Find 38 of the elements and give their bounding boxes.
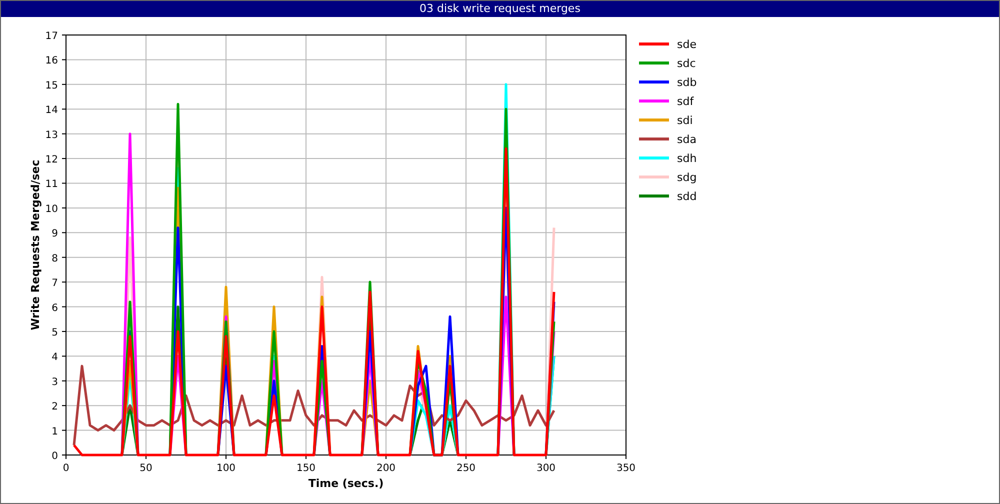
axis-tick-label: 12 [45,154,58,166]
axis-tick-label: 6 [52,302,58,314]
axis-tick-label: 10 [45,204,58,215]
legend-label: sdh [677,152,697,165]
axis-tick-label: 300 [536,463,556,474]
axis-tick-label: 200 [376,463,396,474]
legend-label: sdc [677,57,696,70]
axis-tick-label: 14 [45,105,58,116]
axis-tick-label: 150 [296,463,316,474]
axis-tick-label: 100 [216,463,236,474]
axis-tick-label: 13 [45,130,58,141]
axis-tick-label: 3 [52,376,58,388]
axis-tick-label: 4 [52,352,58,364]
axis-tick-label: 1 [52,426,58,438]
legend-label: sdb [677,76,697,89]
axis-tick-label: 9 [52,228,58,240]
axis-tick-label: 17 [45,31,58,42]
axis-tick-label: 11 [45,179,58,190]
legend-label: sdg [677,171,697,184]
legend-label: sdd [677,190,697,203]
legend-label: sda [677,133,696,146]
axis-tick-label: 8 [52,253,58,264]
axis-tick-label: 16 [45,56,58,67]
axis-tick-label: 2 [52,402,58,413]
window-title: 03 disk write request merges [1,1,999,17]
axis-tick-label: 7 [52,278,58,290]
axis-tick-label: 350 [616,463,636,474]
y-axis-title: Write Requests Merged/sec [29,160,42,330]
axis-tick-label: 5 [52,327,58,338]
x-axis-title: Time (secs.) [308,477,384,490]
axis-tick-label: 250 [456,463,476,474]
axis-tick-label: 50 [140,463,152,474]
axis-tick-label: 0 [62,463,70,474]
legend-label: sdi [677,114,693,127]
legend-label: sdf [677,95,694,108]
axis-tick-label: 15 [45,80,58,92]
axis-tick-label: 0 [52,451,58,462]
legend-label: sde [677,38,696,51]
